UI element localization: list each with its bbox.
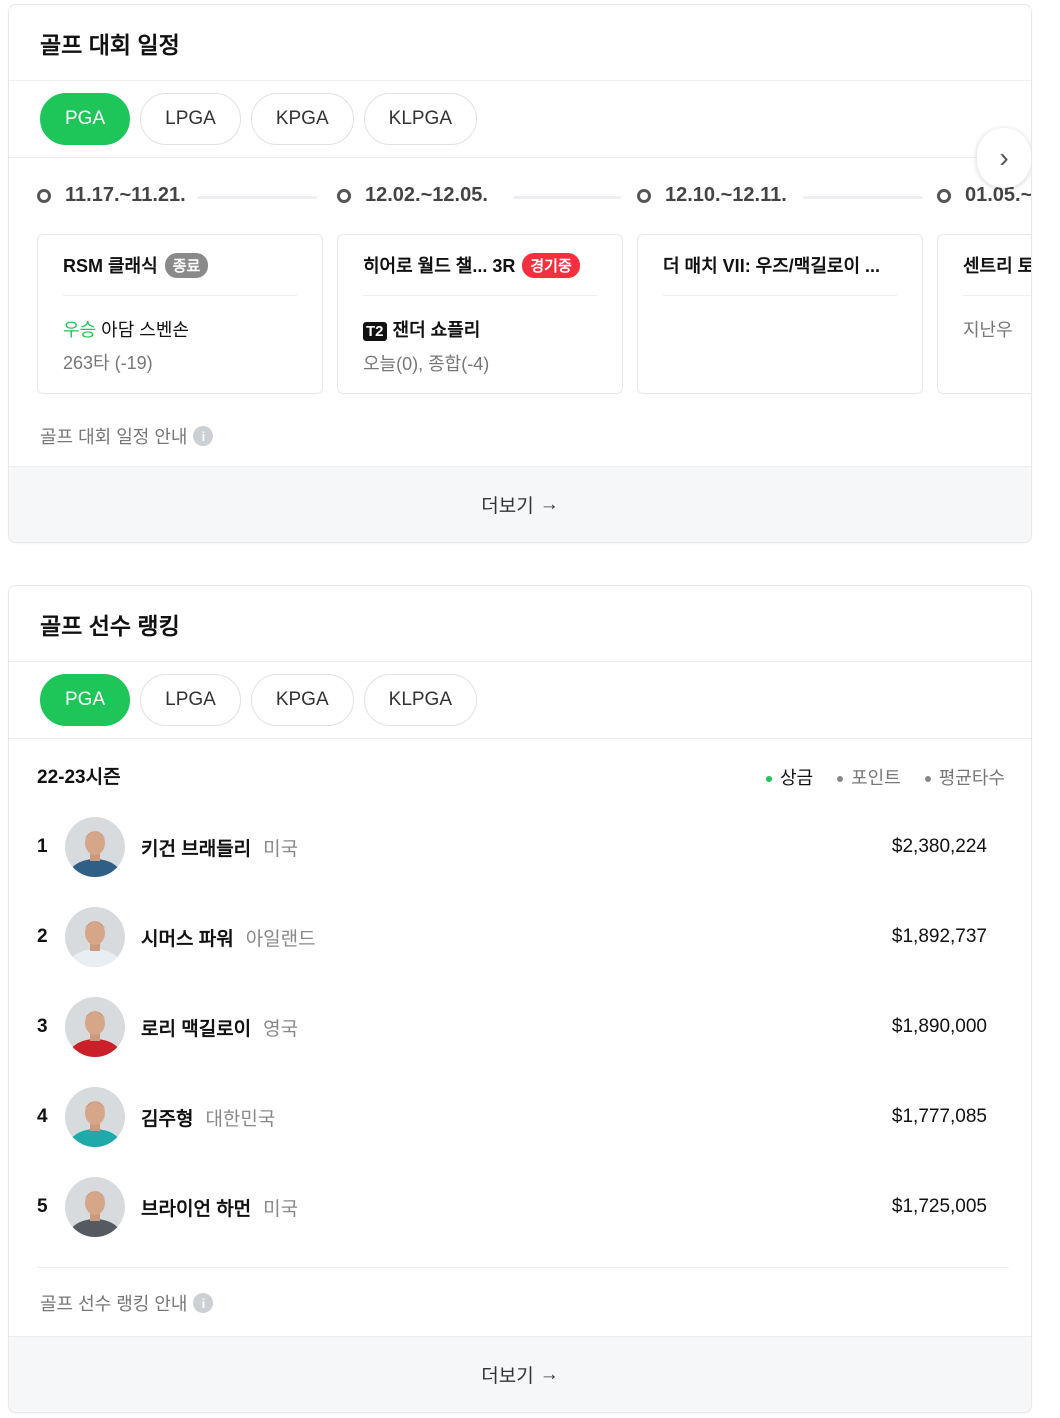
tab-klpga[interactable]: KLPGA (363, 93, 478, 145)
tab-lpga[interactable]: LPGA (140, 93, 241, 145)
ranking-row[interactable]: 4 김주형 대한민국 $1,777,085 (37, 1087, 987, 1147)
player-name: 키건 브래들리 (141, 838, 252, 860)
event-card[interactable]: 히어로 월드 챌... 3R 경기중 T2 잰더 쇼플리 오늘(0), 종합(-4) (337, 234, 623, 394)
more-label: 더보기 (481, 1366, 534, 1387)
event-date: 11.17.~11.21. (65, 184, 186, 206)
event-status-badge: 종료 (164, 252, 209, 278)
timeline-dot-icon (37, 189, 51, 203)
player-country: 대한민국 (205, 1108, 276, 1130)
player-rank: 5 (37, 1196, 48, 1217)
player-prize: $1,890,000 (891, 1016, 987, 1037)
tab-pga[interactable]: PGA (40, 674, 131, 726)
timeline-line (197, 196, 317, 199)
ranking-title: 골프 선수 랭킹 (9, 586, 1031, 662)
event-date: 12.10.~12.11. (665, 184, 787, 206)
schedule-card: 골프 대회 일정 PGA LPGA KPGA KLPGA 11.17.~11.21. … (8, 4, 1032, 543)
ranking-card: 골프 선수 랭킹 PGA LPGA KPGA KLPGA 22-23시즌 상금 포인트 평… (8, 585, 1032, 1413)
sort-option[interactable]: 포인트 (837, 764, 901, 790)
sort-option[interactable]: 상금 (765, 764, 814, 790)
ranking-more-button[interactable]: 더보기 → (9, 1336, 1031, 1412)
player-name: 김주형 (141, 1108, 194, 1130)
rank-badge: T2 (363, 322, 387, 341)
player-name: 잰더 쇼플리 (392, 320, 481, 340)
player-avatar (65, 1087, 125, 1147)
ranking-row[interactable]: 5 브라이언 하먼 미국 $1,725,005 (37, 1177, 987, 1237)
schedule-tabs: PGA LPGA KPGA KLPGA (9, 81, 1031, 158)
ranking-info-label: 골프 선수 랭킹 안내 (40, 1294, 188, 1314)
sort-label: 상금 (779, 768, 814, 788)
timeline-dot-icon (337, 189, 351, 203)
tab-lpga[interactable]: LPGA (140, 674, 241, 726)
ranking-row[interactable]: 3 로리 맥길로이 영국 $1,890,000 (37, 997, 987, 1057)
ranking-tabs: PGA LPGA KPGA KLPGA (9, 662, 1031, 739)
player-rank: 3 (37, 1016, 48, 1037)
event-card[interactable]: RSM 클래식 종료 우승 아담 스벤손 263타 (-19) (37, 234, 323, 394)
event-card[interactable]: 더 매치 VII: 우즈/맥길로이 ... (637, 234, 923, 394)
bullet-icon (924, 776, 931, 783)
sort-option[interactable]: 평균타수 (924, 764, 1005, 790)
schedule-info-link[interactable]: 골프 대회 일정 안내 i (40, 423, 214, 449)
player-prize: $1,892,737 (891, 926, 987, 947)
player-avatar (65, 907, 125, 967)
season-label: 22-23시즌 (37, 767, 121, 788)
player-country: 미국 (263, 1198, 299, 1220)
ranking-row[interactable]: 2 시머스 파워 아일랜드 $1,892,737 (37, 907, 987, 967)
bullet-icon (837, 776, 844, 783)
player-name: 브라이언 하먼 (141, 1198, 252, 1220)
player-avatar (65, 997, 125, 1057)
bullet-icon (765, 776, 772, 783)
sort-label: 포인트 (851, 768, 901, 788)
tab-kpga[interactable]: KPGA (250, 93, 354, 145)
schedule-title: 골프 대회 일정 (9, 5, 1031, 81)
player-rank: 1 (37, 836, 48, 857)
event-score: 263타 (-19) (63, 353, 153, 373)
winner-label: 우승 (63, 320, 97, 340)
next-arrow-button[interactable]: › (977, 128, 1031, 188)
event-card[interactable]: 센트리 토 지난우 (937, 234, 1032, 394)
timeline-line (513, 196, 621, 199)
tab-kpga[interactable]: KPGA (250, 674, 354, 726)
player-name: 지난우 (963, 320, 1013, 340)
event-title: 히어로 월드 챌... 3R (363, 256, 516, 276)
player-name: 시머스 파워 (141, 928, 234, 950)
player-prize: $2,380,224 (891, 836, 987, 857)
arrow-right-icon: → (539, 493, 559, 515)
player-name: 아담 스벤손 (101, 320, 189, 340)
ranking-info-link[interactable]: 골프 선수 랭킹 안내 i (40, 1290, 214, 1316)
schedule-info-label: 골프 대회 일정 안내 (40, 427, 188, 447)
chevron-right-icon: › (999, 142, 1009, 173)
player-country: 영국 (263, 1018, 299, 1040)
player-prize: $1,777,085 (891, 1106, 987, 1127)
info-icon: i (193, 426, 214, 446)
timeline-dot-icon (637, 189, 651, 203)
info-icon: i (193, 1293, 214, 1313)
player-prize: $1,725,005 (891, 1196, 987, 1217)
player-rank: 4 (37, 1106, 48, 1127)
sort-label: 평균타수 (938, 768, 1005, 788)
player-name: 로리 맥길로이 (141, 1018, 252, 1040)
player-rank: 2 (37, 926, 48, 947)
event-title: 센트리 토 (963, 256, 1032, 276)
event-status-badge: 경기중 (522, 252, 580, 278)
ranking-row[interactable]: 1 키건 브래들리 미국 $2,380,224 (37, 817, 987, 877)
player-country: 미국 (263, 838, 299, 860)
tab-pga[interactable]: PGA (40, 93, 131, 145)
divider (37, 1267, 1009, 1268)
schedule-more-button[interactable]: 더보기 → (9, 466, 1031, 542)
player-avatar (65, 817, 125, 877)
event-date: 12.02.~12.05. (365, 184, 488, 206)
sort-options: 상금 포인트 평균타수 (765, 764, 1005, 790)
event-title: 더 매치 VII: 우즈/맥길로이 ... (663, 256, 881, 276)
event-title: RSM 클래식 (63, 256, 158, 276)
schedule-timeline: 11.17.~11.21. RSM 클래식 종료 우승 아담 스벤손 263타 (… (9, 158, 1031, 394)
player-avatar (65, 1177, 125, 1237)
more-label: 더보기 (481, 496, 534, 517)
timeline-dot-icon (937, 189, 951, 203)
tab-klpga[interactable]: KLPGA (363, 674, 478, 726)
event-score: 오늘(0), 종합(-4) (363, 354, 490, 374)
timeline-line (803, 196, 923, 199)
player-country: 아일랜드 (245, 928, 316, 950)
arrow-right-icon: → (539, 1363, 559, 1385)
